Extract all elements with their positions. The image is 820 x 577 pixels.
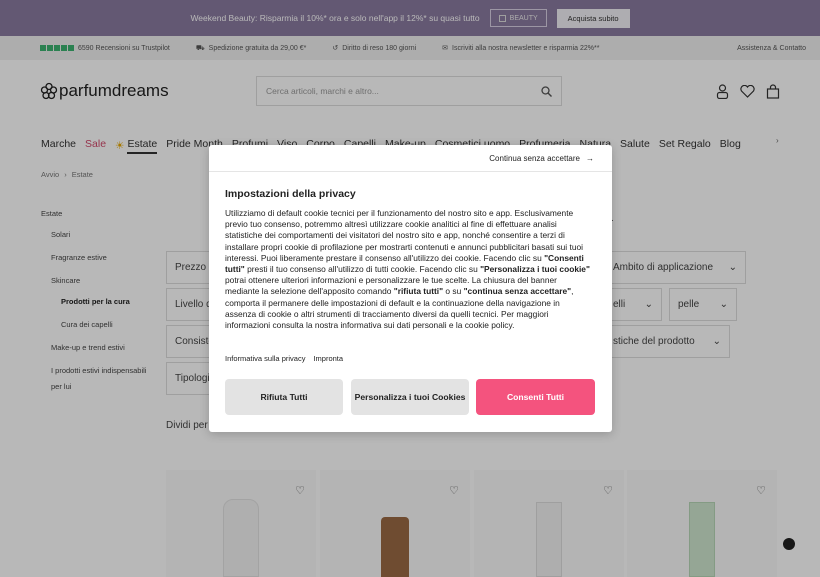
cookie-body-bold: "rifiuta tutti" <box>393 286 444 297</box>
continue-without-accepting[interactable]: Continua senza accettare → <box>209 145 612 172</box>
cookie-title: Impostazioni della privacy <box>225 188 356 200</box>
arrow-right-icon: → <box>586 153 594 163</box>
cookie-body: Utilizziamo di default cookie tecnici pe… <box>225 208 593 331</box>
continue-label: Continua senza accettare <box>489 153 580 163</box>
cookie-body-bold: "continua senza accettare" <box>463 286 572 297</box>
cookie-body-text: presti il tuo consenso all'utilizzo di t… <box>244 264 481 275</box>
accept-all-button[interactable]: Consenti Tutti <box>476 379 595 415</box>
cookie-consent-modal: Continua senza accettare → Impostazioni … <box>209 145 612 432</box>
customize-cookies-button[interactable]: Personalizza i tuoi Cookies <box>351 379 469 415</box>
reject-all-button[interactable]: Rifiuta Tutti <box>225 379 343 415</box>
cookie-body-text: Utilizziamo di default cookie tecnici pe… <box>225 208 583 263</box>
imprint-link[interactable]: Impronta <box>313 354 343 363</box>
cookie-body-text: o su <box>443 286 464 297</box>
cookie-body-bold: "Personalizza i tuoi cookie" <box>480 264 590 275</box>
cookie-links: Informativa sulla privacy Impronta <box>225 354 343 363</box>
privacy-policy-link[interactable]: Informativa sulla privacy <box>225 354 305 363</box>
